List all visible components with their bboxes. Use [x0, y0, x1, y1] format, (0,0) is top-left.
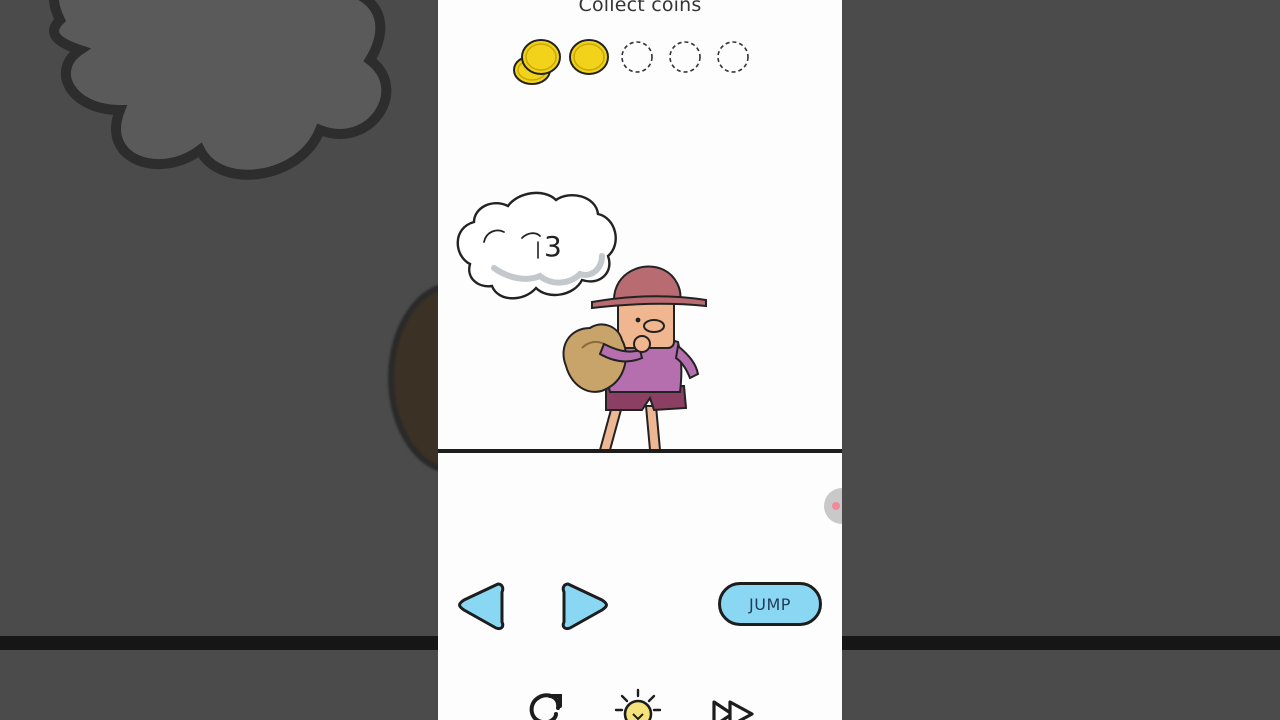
coin-collected-icon — [569, 39, 609, 75]
arrow-left-icon — [458, 582, 505, 630]
lightbulb-icon — [614, 688, 662, 720]
side-drag-handle[interactable] — [824, 488, 842, 524]
objective-title: Collect coins — [578, 0, 702, 16]
handle-dot — [832, 502, 840, 510]
move-right-button[interactable] — [561, 578, 608, 634]
restart-icon — [529, 693, 562, 720]
coin-progress — [506, 34, 766, 98]
blurred-background-right — [842, 0, 1280, 720]
arrow-right-icon — [561, 582, 608, 630]
coin-empty-slot-icon — [668, 40, 702, 74]
blurred-cloud — [48, 0, 392, 180]
blurred-ground-left — [0, 636, 438, 650]
blurred-background-left — [0, 0, 438, 720]
ground-line — [438, 449, 842, 453]
move-left-button[interactable] — [458, 578, 505, 634]
restart-button[interactable] — [520, 688, 572, 720]
hint-button[interactable] — [612, 688, 664, 720]
skip-forward-icon — [712, 700, 754, 720]
skip-button[interactable] — [708, 688, 760, 720]
coin-collected-icon — [513, 39, 561, 85]
coin-empty-slot-icon — [620, 40, 654, 74]
game-area: Collect coins 3 JUMP — [438, 0, 842, 720]
blurred-sack — [388, 282, 438, 474]
thief-character[interactable] — [556, 258, 707, 454]
game-screen: Collect coins 3 JUMP — [0, 0, 1280, 720]
jump-button[interactable]: JUMP — [718, 582, 822, 626]
blurred-ground-right — [842, 636, 1280, 650]
coin-empty-slot-icon — [716, 40, 750, 74]
